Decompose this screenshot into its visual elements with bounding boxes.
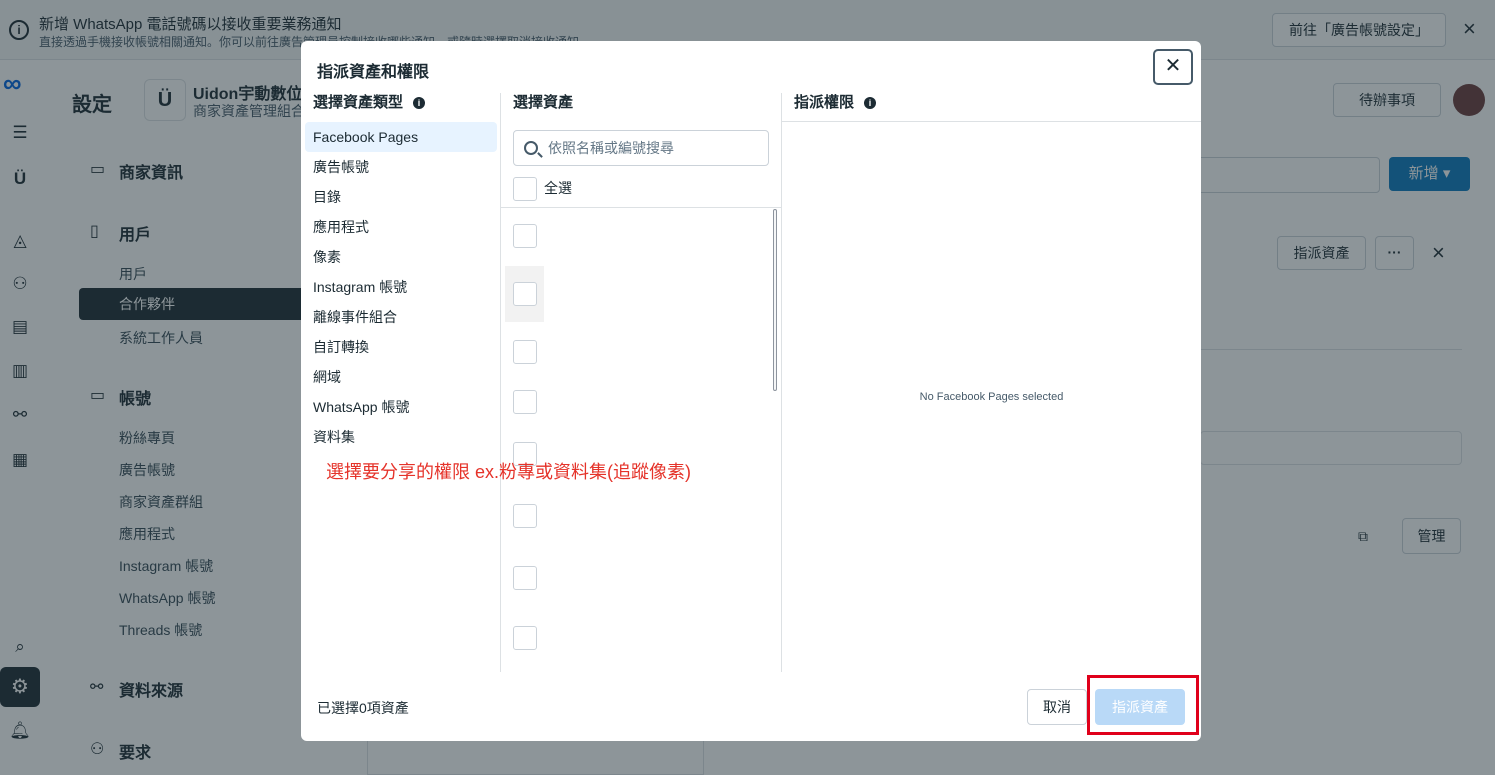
asset-column: 選擇資產 依照名稱或編號搜尋 全選 xyxy=(501,93,782,672)
asset-type-item[interactable]: 目錄 xyxy=(305,182,497,212)
asset-type-column: 選擇資產類型 i Facebook Pages 廣告帳號 目錄 應用程式 像素 Instag… xyxy=(301,93,501,672)
search-placeholder: 依照名稱或編號搜尋 xyxy=(548,140,674,156)
selected-count: 已選擇0項資產 xyxy=(317,700,409,716)
asset-checkbox[interactable] xyxy=(513,390,537,414)
asset-checkbox[interactable] xyxy=(513,566,537,590)
search-icon xyxy=(524,141,538,155)
asset-checkbox[interactable] xyxy=(513,224,537,248)
annotation-note: 選擇要分享的權限 ex.粉專或資料集(追蹤像素) xyxy=(326,462,691,482)
cancel-button[interactable]: 取消 xyxy=(1027,689,1087,725)
asset-checkbox[interactable] xyxy=(513,282,537,306)
asset-type-list: Facebook Pages 廣告帳號 目錄 應用程式 像素 Instagram 帳號 離線… xyxy=(305,122,497,452)
asset-type-item[interactable]: WhatsApp 帳號 xyxy=(305,392,497,422)
asset-type-item[interactable]: 自訂轉換 xyxy=(305,332,497,362)
asset-type-item[interactable]: 應用程式 xyxy=(305,212,497,242)
info-icon[interactable]: i xyxy=(413,97,426,109)
divider xyxy=(501,207,781,208)
select-all-checkbox[interactable] xyxy=(513,177,537,202)
select-all-label: 全選 xyxy=(544,180,572,196)
annotation-highlight-box xyxy=(1087,675,1199,735)
asset-type-item[interactable]: 離線事件組合 xyxy=(305,302,497,332)
divider xyxy=(782,121,1201,122)
permissions-column: 指派權限 i No Facebook Pages selected xyxy=(782,93,1201,672)
asset-type-item[interactable]: 廣告帳號 xyxy=(305,152,497,182)
asset-type-item[interactable]: Instagram 帳號 xyxy=(305,272,497,302)
assign-assets-dialog: 指派資產和權限 ✕ 選擇資產類型 i Facebook Pages 廣告帳號 目錄 應用… xyxy=(301,41,1201,741)
asset-type-header-label: 選擇資產類型 xyxy=(313,94,404,111)
asset-search-input[interactable]: 依照名稱或編號搜尋 xyxy=(513,130,769,166)
select-all[interactable]: 全選 xyxy=(513,176,572,202)
asset-type-item[interactable]: 資料集 xyxy=(305,422,497,452)
dialog-title: 指派資產和權限 xyxy=(317,64,430,81)
permissions-header-label: 指派權限 xyxy=(794,94,855,111)
asset-checkbox[interactable] xyxy=(513,504,537,528)
asset-type-header: 選擇資產類型 i xyxy=(313,93,426,122)
permissions-header: 指派權限 i xyxy=(794,93,877,122)
asset-checkbox[interactable] xyxy=(513,340,537,364)
asset-type-item[interactable]: Facebook Pages xyxy=(305,122,497,152)
scrollbar[interactable] xyxy=(773,209,777,391)
asset-header: 選擇資產 xyxy=(513,94,574,111)
asset-checkbox[interactable] xyxy=(513,626,537,650)
asset-type-item[interactable]: 網域 xyxy=(305,362,497,392)
asset-type-item[interactable]: 像素 xyxy=(305,242,497,272)
empty-permissions-text: No Facebook Pages selected xyxy=(919,391,1064,403)
info-icon[interactable]: i xyxy=(864,97,877,109)
close-icon[interactable]: ✕ xyxy=(1153,49,1193,85)
